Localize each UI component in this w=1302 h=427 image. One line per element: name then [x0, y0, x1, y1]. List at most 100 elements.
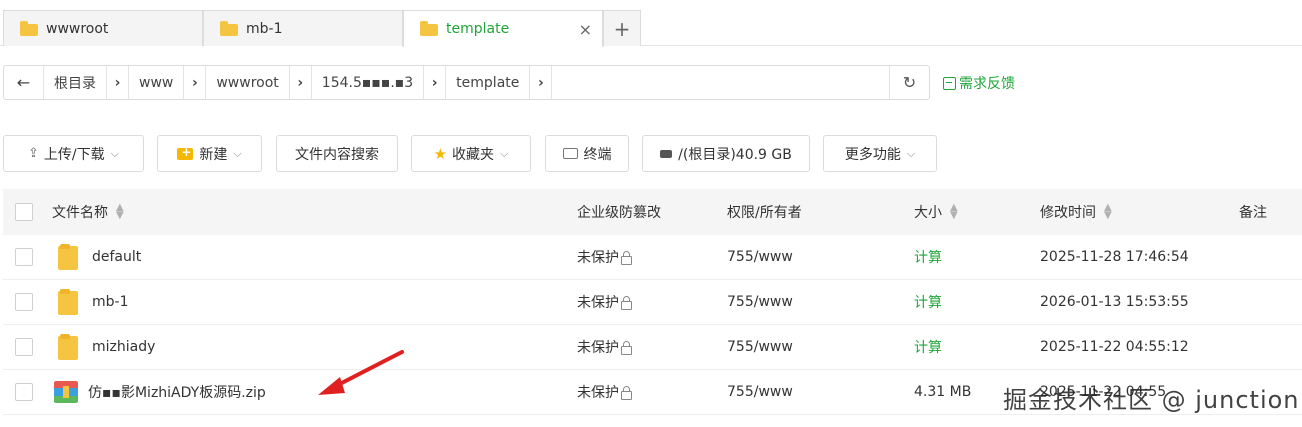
- breadcrumb-item-site[interactable]: 154.5▪▪▪.▪3: [312, 66, 425, 99]
- unlock-icon: [621, 250, 632, 265]
- breadcrumb-item-www[interactable]: www: [129, 66, 185, 99]
- file-size: 4.31 MB: [914, 384, 972, 400]
- sort-icon: ▲ ▼: [1104, 202, 1112, 221]
- table-row[interactable]: default 未保护 755/www 计算 2025-11-28 17:46:…: [3, 235, 1302, 280]
- file-name[interactable]: mizhiady: [92, 339, 155, 355]
- feedback-icon: [943, 76, 956, 90]
- close-icon[interactable]: ×: [579, 20, 592, 39]
- favorites-label: 收藏夹: [452, 146, 495, 163]
- folder-icon: [220, 20, 238, 36]
- breadcrumb-item-wwwroot[interactable]: wwwroot: [206, 66, 290, 99]
- tab-label: wwwroot: [46, 20, 109, 37]
- unlock-icon: [621, 295, 632, 310]
- annotation-arrow-icon: [318, 350, 404, 395]
- disk-label: /(根目录)40.9 GB: [678, 146, 792, 163]
- new-button[interactable]: 新建 ⌵: [157, 135, 262, 172]
- zip-archive-icon: [54, 381, 78, 403]
- sort-icon: ▲ ▼: [950, 202, 958, 221]
- header-perm: 权限/所有者: [727, 205, 802, 221]
- row-checkbox[interactable]: [15, 248, 33, 266]
- tab-label: template: [446, 21, 510, 37]
- folder-icon: [420, 21, 438, 36]
- modified-time: 2025-11-28 17:46:54: [1040, 249, 1189, 265]
- protect-status[interactable]: 未保护: [577, 292, 619, 312]
- header-note: 备注: [1239, 205, 1267, 221]
- disk-icon: [660, 149, 673, 158]
- star-icon: ★: [433, 144, 448, 163]
- tab-template[interactable]: template ×: [403, 10, 603, 47]
- chevron-right-icon[interactable]: ›: [530, 66, 553, 99]
- breadcrumb-item-root[interactable]: 根目录: [44, 66, 107, 99]
- header-size-label: 大小: [914, 205, 942, 221]
- size-calc-link[interactable]: 计算: [914, 280, 942, 324]
- folder-icon: [20, 20, 38, 36]
- disk-button[interactable]: /(根目录)40.9 GB: [642, 135, 810, 172]
- chevron-right-icon[interactable]: ›: [184, 66, 207, 99]
- breadcrumb: ← 根目录 › www › wwwroot › 154.5▪▪▪.▪3 › te…: [3, 65, 930, 100]
- modified-time: 2026-01-13 15:53:55: [1040, 294, 1189, 310]
- path-input[interactable]: [552, 66, 889, 99]
- file-name[interactable]: mb-1: [92, 294, 128, 310]
- folder-icon: [58, 334, 78, 360]
- terminal-label: 终端: [583, 146, 612, 163]
- row-checkbox[interactable]: [15, 338, 33, 356]
- header-mtime-label: 修改时间: [1040, 205, 1096, 221]
- more-functions-label: 更多功能: [844, 146, 901, 163]
- add-tab-button[interactable]: +: [603, 10, 641, 46]
- feedback-label: 需求反馈: [959, 76, 1015, 92]
- protect-status[interactable]: 未保护: [577, 382, 619, 402]
- new-label: 新建: [199, 146, 228, 163]
- permission[interactable]: 755/www: [727, 235, 793, 279]
- row-checkbox[interactable]: [15, 293, 33, 311]
- header-size[interactable]: 大小 ▲ ▼: [914, 189, 958, 235]
- search-content-button[interactable]: 文件内容搜索: [276, 135, 398, 172]
- file-name[interactable]: 仿▪▪影MizhiADY板源码.zip: [88, 382, 266, 402]
- sort-icon: ▲ ▼: [116, 202, 124, 221]
- protect-status[interactable]: 未保护: [577, 337, 619, 357]
- folder-icon: [58, 244, 78, 270]
- permission[interactable]: 755/www: [727, 325, 793, 369]
- tab-mb-1[interactable]: mb-1: [203, 10, 403, 46]
- header-name[interactable]: 文件名称 ▲ ▼: [52, 189, 124, 235]
- upload-download-button[interactable]: ⇪ 上传/下载 ⌵: [3, 135, 144, 172]
- more-functions-button[interactable]: 更多功能 ⌵: [823, 135, 937, 172]
- folder-icon: [58, 289, 78, 315]
- table-row[interactable]: mizhiady 未保护 755/www 计算 2025-11-22 04:55…: [3, 325, 1302, 370]
- modified-time: 2025-11-22 04:55:12: [1040, 339, 1189, 355]
- favorites-button[interactable]: ★ 收藏夹 ⌵: [411, 135, 531, 172]
- table-row[interactable]: mb-1 未保护 755/www 计算 2026-01-13 15:53:55: [3, 280, 1302, 325]
- back-arrow-icon[interactable]: ←: [4, 66, 44, 99]
- terminal-icon: [562, 148, 578, 159]
- chevron-right-icon[interactable]: ›: [424, 66, 447, 99]
- row-checkbox[interactable]: [15, 383, 33, 401]
- feedback-link[interactable]: 需求反馈: [943, 73, 1015, 93]
- watermark: 掘金技术社区 @ junction: [1003, 386, 1300, 414]
- new-folder-icon: [177, 145, 194, 160]
- chevron-down-icon: ⌵: [500, 146, 509, 160]
- chevron-down-icon: ⌵: [110, 146, 119, 160]
- size-calc-link[interactable]: 计算: [914, 235, 942, 279]
- tab-label: mb-1: [246, 20, 283, 37]
- upload-label: 上传/下载: [43, 146, 105, 163]
- upload-icon: ⇪: [28, 146, 39, 161]
- select-all-checkbox[interactable]: [15, 203, 33, 221]
- chevron-down-icon: ⌵: [233, 146, 242, 160]
- terminal-button[interactable]: 终端: [545, 135, 629, 172]
- refresh-icon[interactable]: ↻: [889, 66, 929, 99]
- size-calc-link[interactable]: 计算: [914, 325, 942, 369]
- unlock-icon: [621, 385, 632, 400]
- file-name[interactable]: default: [92, 249, 141, 265]
- protect-status[interactable]: 未保护: [577, 247, 619, 267]
- unlock-icon: [621, 340, 632, 355]
- header-mtime[interactable]: 修改时间 ▲ ▼: [1040, 189, 1112, 235]
- header-name-label: 文件名称: [52, 205, 108, 221]
- permission[interactable]: 755/www: [727, 280, 793, 324]
- chevron-right-icon[interactable]: ›: [290, 66, 312, 99]
- search-content-label: 文件内容搜索: [295, 146, 379, 163]
- tab-wwwroot[interactable]: wwwroot: [3, 10, 203, 46]
- breadcrumb-item-template[interactable]: template: [446, 66, 531, 99]
- chevron-down-icon: ⌵: [906, 146, 916, 160]
- chevron-right-icon[interactable]: ›: [107, 66, 129, 99]
- permission[interactable]: 755/www: [727, 370, 793, 414]
- header-protect: 企业级防篡改: [577, 205, 661, 221]
